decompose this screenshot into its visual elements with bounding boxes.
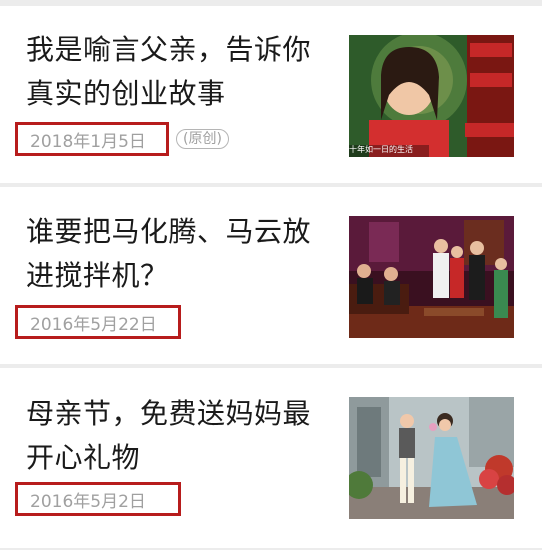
tv-studio-panel-thumbnail	[349, 216, 514, 338]
highlighted-date: 2018年1月5日	[15, 122, 169, 156]
article-card[interactable]: 母亲节，免费送妈妈最开心礼物 2016年5月2日	[0, 368, 542, 548]
article-thumbnail[interactable]	[349, 397, 514, 519]
article-meta: 2018年1月5日 (原创)	[15, 122, 229, 156]
article-card[interactable]: 谁要把马化腾、马云放进搅拌机？ 2016年5月22日	[0, 187, 542, 364]
highlighted-date: 2016年5月22日	[15, 305, 181, 339]
article-date: 2016年5月2日	[30, 491, 146, 512]
girl-on-tv-show-thumbnail	[349, 35, 514, 157]
mother-and-child-thumbnail	[349, 397, 514, 519]
original-badge: (原创)	[176, 129, 229, 149]
thumbnail-caption: 十年如一日的生活	[349, 145, 413, 154]
article-card[interactable]: 我是喻言父亲，告诉你真实的创业故事 2018年1月5日 (原创) 十年如一日的生…	[0, 6, 542, 183]
highlighted-date: 2016年5月2日	[15, 482, 181, 516]
article-meta: 2016年5月22日	[15, 305, 181, 339]
article-title[interactable]: 我是喻言父亲，告诉你真实的创业故事	[26, 28, 331, 116]
article-date: 2018年1月5日	[30, 131, 146, 152]
article-thumbnail[interactable]: 十年如一日的生活	[349, 35, 514, 157]
article-list-page: 我是喻言父亲，告诉你真实的创业故事 2018年1月5日 (原创) 十年如一日的生…	[0, 0, 542, 550]
article-thumbnail[interactable]	[349, 216, 514, 338]
article-date: 2016年5月22日	[30, 314, 157, 335]
article-title[interactable]: 母亲节，免费送妈妈最开心礼物	[26, 392, 331, 480]
article-meta: 2016年5月2日	[15, 482, 181, 516]
article-title[interactable]: 谁要把马化腾、马云放进搅拌机？	[26, 210, 331, 298]
